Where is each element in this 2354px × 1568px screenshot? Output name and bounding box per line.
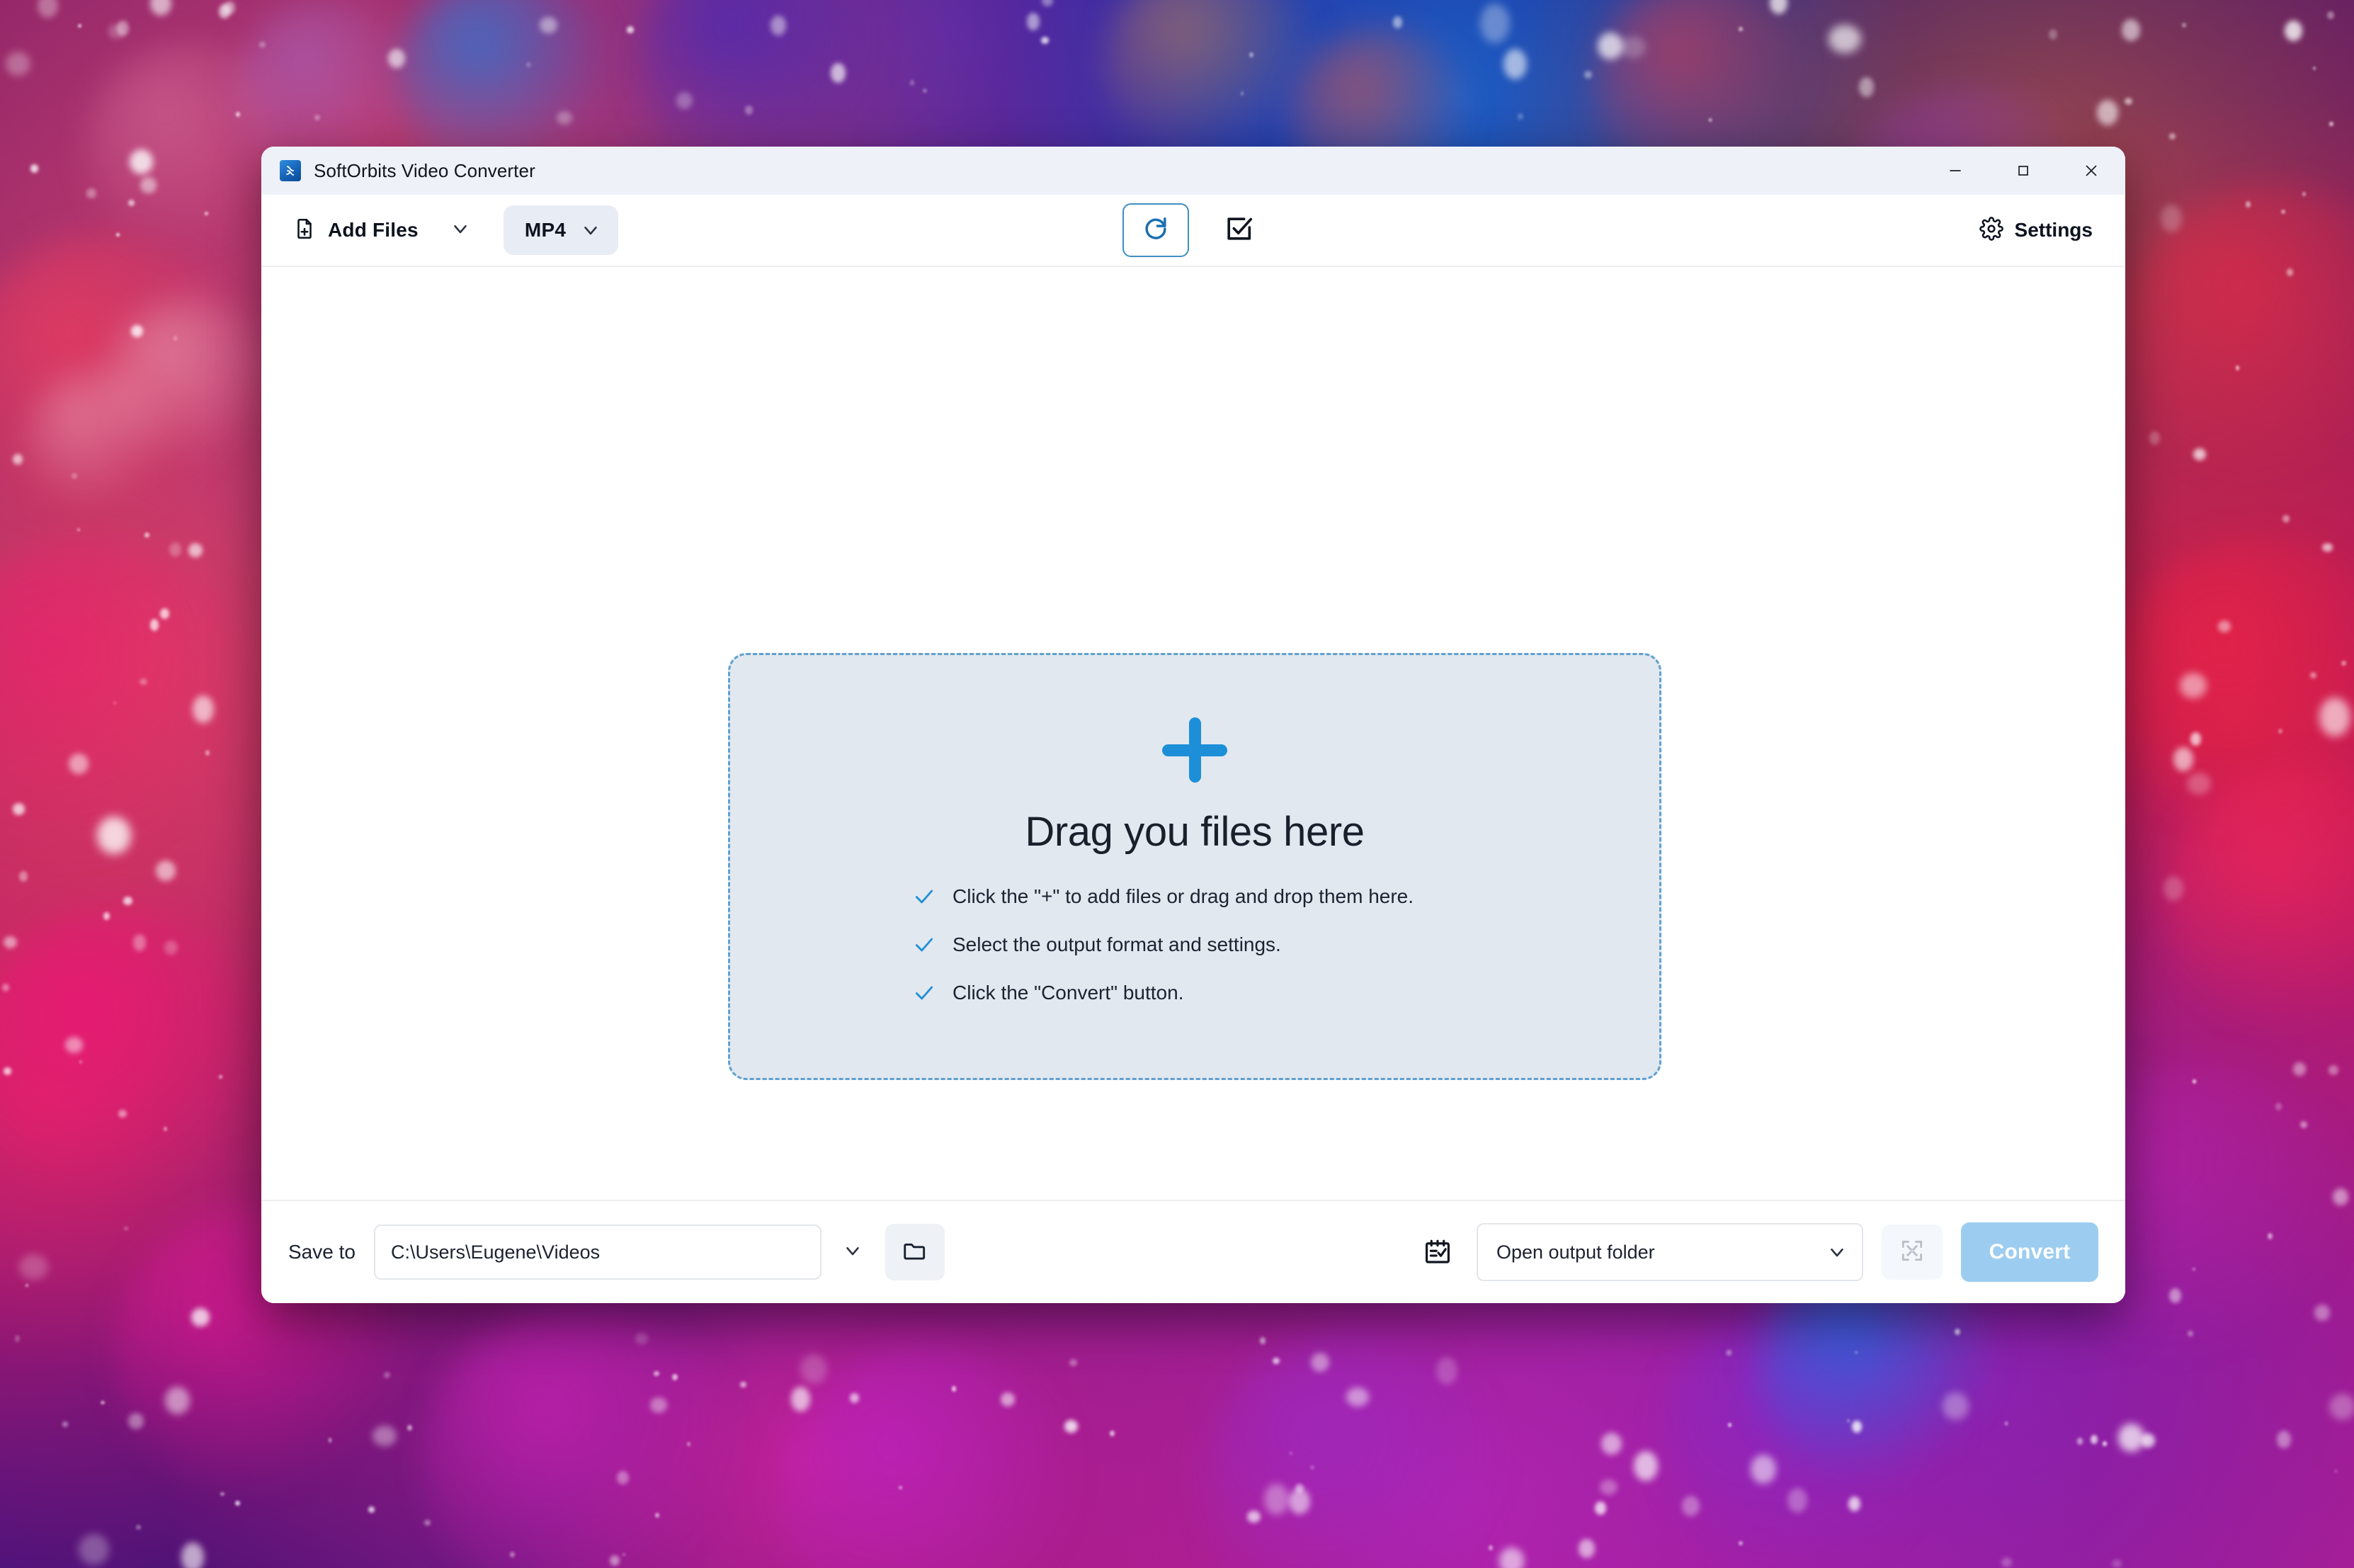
maximize-icon[interactable]: [1989, 147, 2057, 195]
add-files-label: Add Files: [328, 219, 419, 241]
output-format-selector[interactable]: MP4: [503, 205, 619, 255]
merge-files-button[interactable]: [1882, 1225, 1943, 1280]
hint-text: Select the output format and settings.: [953, 933, 1281, 955]
browse-folder-button[interactable]: [885, 1224, 945, 1280]
hint-text: Click the "Convert" button.: [953, 982, 1184, 1004]
check-icon: [913, 933, 937, 956]
minimize-icon[interactable]: [1921, 147, 1989, 195]
app-logo-icon: [280, 160, 301, 181]
settings-label: Settings: [2014, 219, 2093, 241]
settings-button[interactable]: Settings: [1972, 210, 2100, 251]
output-format-label: MP4: [524, 219, 567, 241]
bottom-bar: Save to C:\Users\Eugene\Videos Open outp…: [261, 1200, 2125, 1303]
plus-icon-horizontal-bar: [1162, 744, 1227, 756]
checkbox-checked-icon: [1222, 212, 1255, 249]
file-plus-icon: [292, 217, 317, 244]
list-item: Click the "+" to add files or drag and d…: [913, 885, 1414, 908]
output-path-dropdown-button[interactable]: [830, 1229, 875, 1275]
convert-button[interactable]: Convert: [1961, 1222, 2098, 1282]
chevron-down-icon: [450, 218, 471, 243]
dropzone-title: Drag you files here: [1025, 809, 1365, 855]
app-window: SoftOrbits Video Converter Add Files MP4…: [261, 147, 2125, 1303]
close-icon[interactable]: [2057, 147, 2125, 195]
check-icon: [913, 885, 937, 908]
add-files-dropdown-button[interactable]: [441, 211, 479, 249]
hint-text: Click the "+" to add files or drag and d…: [953, 885, 1414, 907]
calendar-check-icon: [1416, 1230, 1460, 1274]
file-dropzone[interactable]: Drag you files here Click the "+" to add…: [728, 653, 1661, 1080]
save-to-label: Save to: [288, 1241, 356, 1263]
toolbar-center-group: [1122, 203, 1264, 257]
convert-button-label: Convert: [1989, 1240, 2071, 1263]
plus-icon[interactable]: [1162, 717, 1227, 783]
folder-icon: [902, 1237, 928, 1268]
dropzone-hint-list: Click the "+" to add files or drag and d…: [913, 885, 1414, 1004]
refresh-icon: [1140, 213, 1171, 248]
list-item: Select the output format and settings.: [913, 933, 1414, 956]
chevron-down-icon: [580, 220, 601, 241]
window-controls: [1921, 147, 2125, 195]
toolbar: Add Files MP4 Settings: [261, 195, 2125, 267]
select-all-button[interactable]: [1213, 205, 1264, 256]
bottom-right-group: Open output folder Convert: [1416, 1222, 2098, 1282]
post-conversion-action-label: Open output folder: [1496, 1241, 1655, 1263]
title-bar[interactable]: SoftOrbits Video Converter: [261, 147, 2125, 195]
toolbar-left-group: Add Files MP4: [287, 205, 619, 255]
list-item: Click the "Convert" button.: [913, 982, 1414, 1004]
merge-icon: [1899, 1237, 1926, 1268]
refresh-button[interactable]: [1122, 203, 1189, 257]
post-conversion-action-select[interactable]: Open output folder: [1477, 1223, 1863, 1281]
output-path-value: C:\Users\Eugene\Videos: [390, 1241, 601, 1263]
add-files-button[interactable]: Add Files: [287, 210, 424, 251]
check-icon: [913, 982, 937, 1004]
gear-icon: [1979, 216, 2003, 244]
window-title: SoftOrbits Video Converter: [314, 159, 535, 181]
chevron-down-icon: [1826, 1242, 1848, 1263]
main-content: Drag you files here Click the "+" to add…: [261, 267, 2125, 1200]
output-path-input[interactable]: C:\Users\Eugene\Videos: [373, 1225, 821, 1280]
chevron-down-icon: [842, 1240, 863, 1265]
